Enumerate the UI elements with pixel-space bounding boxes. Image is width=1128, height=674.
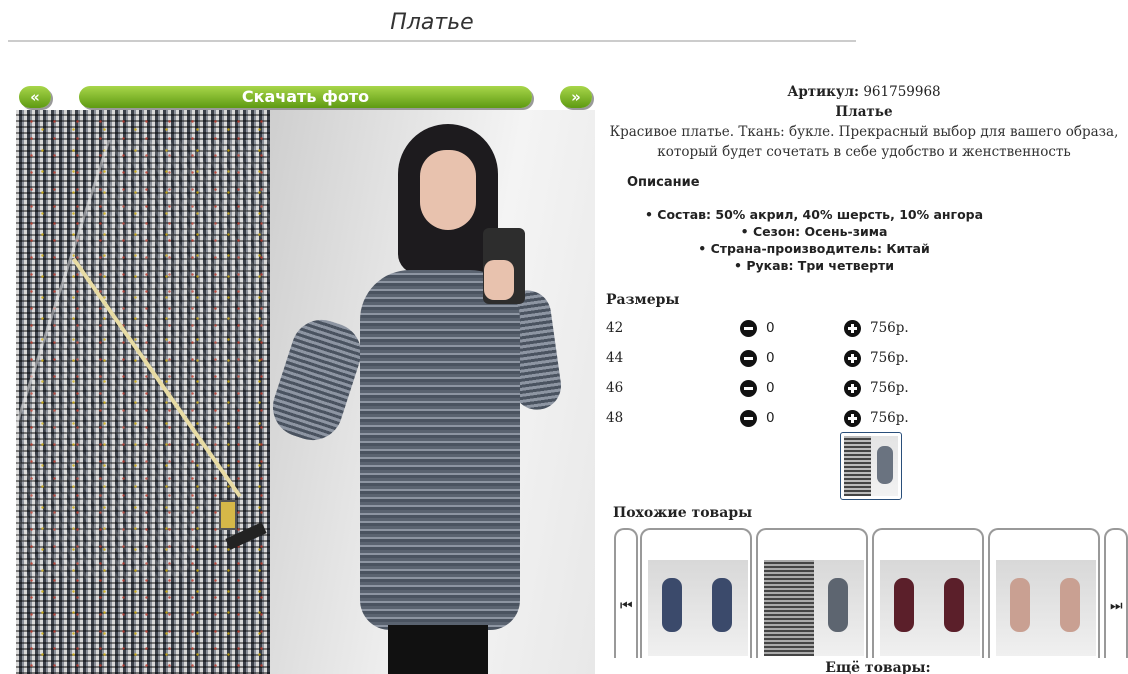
feature-composition: Состав: 50% акрил, 40% шерсть, 10% ангор… <box>600 206 1028 223</box>
minus-circle-icon[interactable] <box>740 410 757 427</box>
carousel-next-button[interactable]: ⏭ <box>1104 528 1128 658</box>
product-description: Красивое платье. Ткань: букле. Прекрасны… <box>609 124 1119 160</box>
download-photo-button[interactable]: Скачать фото <box>79 86 532 108</box>
sizes-heading: Размеры <box>606 292 680 308</box>
similar-product-image <box>996 560 1096 656</box>
size-label: 46 <box>606 380 624 396</box>
fabric-closeup-image <box>16 110 328 674</box>
model-image <box>265 110 595 674</box>
article-label: Артикул: <box>787 84 860 100</box>
skip-forward-icon: ⏭ <box>1110 598 1123 614</box>
size-row: 44 0 756р. <box>606 348 926 370</box>
minus-circle-icon[interactable] <box>740 380 757 397</box>
next-photo-button[interactable]: » <box>560 86 592 108</box>
size-price: 756р. <box>870 380 909 396</box>
title-divider <box>8 40 856 42</box>
similar-product-card[interactable] <box>640 528 752 658</box>
carousel-prev-button[interactable]: ⏮ <box>614 528 638 658</box>
main-product-photo <box>16 110 595 674</box>
product-name: Платье <box>835 104 893 120</box>
features-list: Состав: 50% акрил, 40% шерсть, 10% ангор… <box>600 206 1028 274</box>
prev-photo-button[interactable]: « <box>19 86 51 108</box>
size-row: 46 0 756р. <box>606 378 926 400</box>
skip-back-icon: ⏮ <box>620 598 633 614</box>
minus-circle-icon[interactable] <box>740 320 757 337</box>
size-label: 48 <box>606 410 624 426</box>
article-line: Артикул: 961759968 <box>600 82 1128 102</box>
feature-season: Сезон: Осень-зима <box>600 223 1028 240</box>
plus-circle-icon[interactable] <box>844 320 861 337</box>
size-price: 756р. <box>870 320 909 336</box>
minus-circle-icon[interactable] <box>740 350 757 367</box>
size-quantity: 0 <box>766 350 775 366</box>
similar-product-image <box>764 560 864 656</box>
size-quantity: 0 <box>766 410 775 426</box>
similar-product-card[interactable] <box>988 528 1100 658</box>
photo-thumbnail[interactable] <box>840 432 902 500</box>
size-label: 42 <box>606 320 624 336</box>
article-value: 961759968 <box>863 84 941 100</box>
more-products-heading: Ещё товары: <box>825 660 931 674</box>
dress-figure <box>360 270 520 630</box>
size-price: 756р. <box>870 350 909 366</box>
plus-circle-icon[interactable] <box>844 350 861 367</box>
size-row: 42 0 756р. <box>606 318 926 340</box>
similar-products-heading: Похожие товары <box>613 505 753 521</box>
feature-sleeve: Рукав: Три четверти <box>600 257 1028 274</box>
size-quantity: 0 <box>766 320 775 336</box>
similar-product-card[interactable] <box>872 528 984 658</box>
page-title: Платье <box>390 10 474 35</box>
similar-product-image <box>648 560 748 656</box>
size-label: 44 <box>606 350 624 366</box>
size-row: 48 0 756р. <box>606 408 926 430</box>
product-info: Артикул: 961759968 Платье Красивое плать… <box>600 82 1128 162</box>
similar-product-image <box>880 560 980 656</box>
size-quantity: 0 <box>766 380 775 396</box>
similar-products-carousel: ⏮ ⏭ <box>614 528 1128 658</box>
size-price: 756р. <box>870 410 909 426</box>
feature-country: Страна-производитель: Китай <box>600 240 1028 257</box>
description-heading: Описание <box>627 175 700 190</box>
plus-circle-icon[interactable] <box>844 380 861 397</box>
similar-product-card[interactable] <box>756 528 868 658</box>
plus-circle-icon[interactable] <box>844 410 861 427</box>
